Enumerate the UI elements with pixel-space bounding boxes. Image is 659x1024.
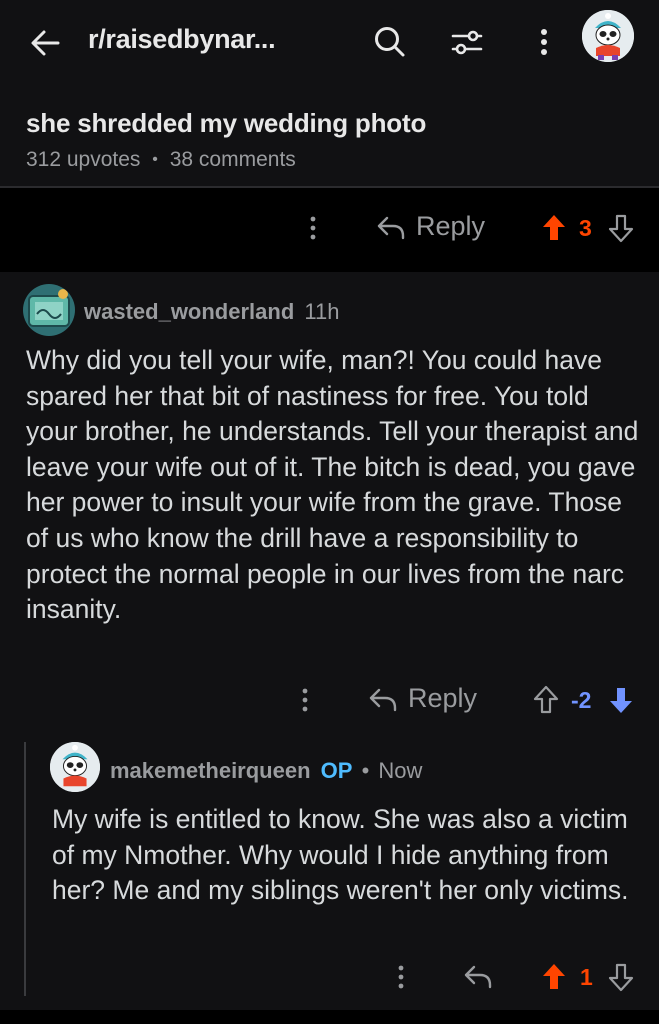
downvote-icon[interactable] <box>608 685 634 715</box>
comment-count-text: 38 comments <box>169 148 296 171</box>
comment-username[interactable]: makemetheirqueen <box>110 758 311 783</box>
comment-time: Now <box>378 758 423 783</box>
vote-count: -2 <box>571 687 592 713</box>
vote-count: 3 <box>579 215 592 241</box>
comment-author-line: wasted_wonderland 11h <box>84 299 339 325</box>
downvote-icon[interactable] <box>608 962 634 992</box>
downvote-icon[interactable] <box>608 213 634 243</box>
search-icon[interactable] <box>372 25 406 59</box>
comment-action-row: 1 <box>0 947 659 1007</box>
section-divider <box>0 264 659 272</box>
comment-username[interactable]: wasted_wonderland <box>84 299 294 324</box>
upvote-icon[interactable] <box>533 685 559 715</box>
commenter-avatar[interactable] <box>23 284 75 336</box>
reply-icon[interactable] <box>463 964 493 990</box>
panda-avatar-icon <box>50 742 100 792</box>
upvote-count-text: 312 upvotes <box>26 148 141 171</box>
snoo-avatar-icon <box>23 284 75 336</box>
filter-icon[interactable] <box>450 25 484 59</box>
user-avatar[interactable] <box>582 10 634 62</box>
back-arrow-icon[interactable] <box>28 26 62 60</box>
meta-separator: • <box>152 151 158 168</box>
vote-count: 1 <box>580 964 593 990</box>
reply-icon[interactable] <box>376 215 406 241</box>
comment-author-line: makemetheirqueen OP • Now <box>110 758 422 784</box>
reply-button[interactable]: Reply <box>416 211 485 242</box>
reply-button[interactable]: Reply <box>408 683 477 714</box>
comment-time: 11h <box>304 299 340 324</box>
post-title: she shredded my wedding photo <box>26 108 427 138</box>
commenter-avatar[interactable] <box>50 742 100 792</box>
subreddit-name[interactable]: r/raisedbynar... <box>88 24 276 55</box>
panda-avatar-icon <box>582 10 634 62</box>
comment-body: My wife is entitled to know. She was als… <box>52 804 629 906</box>
op-badge: OP <box>320 758 353 783</box>
meta-separator: • <box>361 758 370 783</box>
more-options-icon[interactable] <box>391 962 411 992</box>
upvote-icon[interactable] <box>541 213 567 243</box>
bottom-edge <box>0 1010 659 1024</box>
more-options-icon[interactable] <box>295 685 315 715</box>
more-vertical-icon[interactable] <box>527 25 561 59</box>
comment-body: Why did you tell your wife, man?! You co… <box>26 345 639 625</box>
upvote-icon[interactable] <box>541 962 567 992</box>
comment-action-row: Reply -2 <box>0 670 659 730</box>
post-meta: 312 upvotes • 38 comments <box>26 148 296 172</box>
reply-icon[interactable] <box>368 687 398 713</box>
more-options-icon[interactable] <box>303 213 323 243</box>
post-action-row: Reply 3 <box>0 198 659 258</box>
top-app-bar: r/raisedbynar... <box>0 0 659 88</box>
post-header[interactable]: she shredded my wedding photo 312 upvote… <box>0 88 659 188</box>
